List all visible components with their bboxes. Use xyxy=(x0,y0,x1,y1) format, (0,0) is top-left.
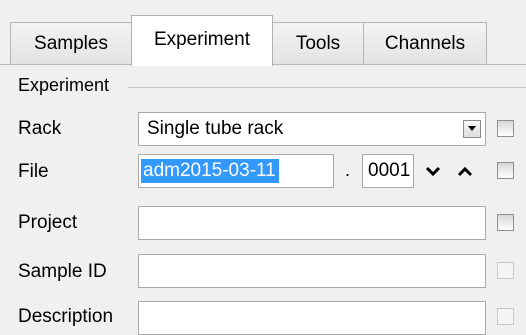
rack-checkbox[interactable] xyxy=(497,120,514,137)
file-label: File xyxy=(18,161,49,182)
sample-id-input[interactable] xyxy=(138,254,486,288)
tab-tools[interactable]: Tools xyxy=(272,22,364,64)
tab-samples[interactable]: Samples xyxy=(10,22,132,64)
sample-id-label: Sample ID xyxy=(18,261,107,282)
project-checkbox[interactable] xyxy=(497,214,514,231)
tab-experiment[interactable]: Experiment xyxy=(131,15,273,66)
tab-strip: Samples Experiment Tools Channels xyxy=(0,0,526,66)
file-separator: . xyxy=(345,160,351,180)
tab-strip-filler xyxy=(487,22,526,64)
description-label: Description xyxy=(18,306,114,327)
file-number-input[interactable]: 0001 xyxy=(362,154,414,188)
tab-channels[interactable]: Channels xyxy=(363,22,487,64)
file-checkbox[interactable] xyxy=(497,162,514,179)
project-input[interactable] xyxy=(138,206,486,240)
description-checkbox[interactable] xyxy=(497,308,514,325)
experiment-panel: Experiment Rack Single tube rack File ad… xyxy=(0,65,526,335)
rack-label: Rack xyxy=(18,118,62,139)
project-label: Project xyxy=(18,212,78,233)
file-name-input[interactable]: adm2015-03-11 xyxy=(138,154,334,188)
dropdown-arrow-icon[interactable] xyxy=(463,120,481,138)
file-number-value: 0001 xyxy=(368,160,411,181)
chevron-down-icon[interactable] xyxy=(420,158,444,184)
rack-select-value: Single tube rack xyxy=(147,118,284,139)
description-input[interactable] xyxy=(138,301,486,335)
file-name-value: adm2015-03-11 xyxy=(141,159,279,183)
chevron-up-icon[interactable] xyxy=(452,158,476,184)
group-title: Experiment xyxy=(18,75,110,95)
sample-id-checkbox[interactable] xyxy=(497,262,514,279)
rack-select[interactable]: Single tube rack xyxy=(138,112,486,146)
group-divider xyxy=(128,87,526,88)
